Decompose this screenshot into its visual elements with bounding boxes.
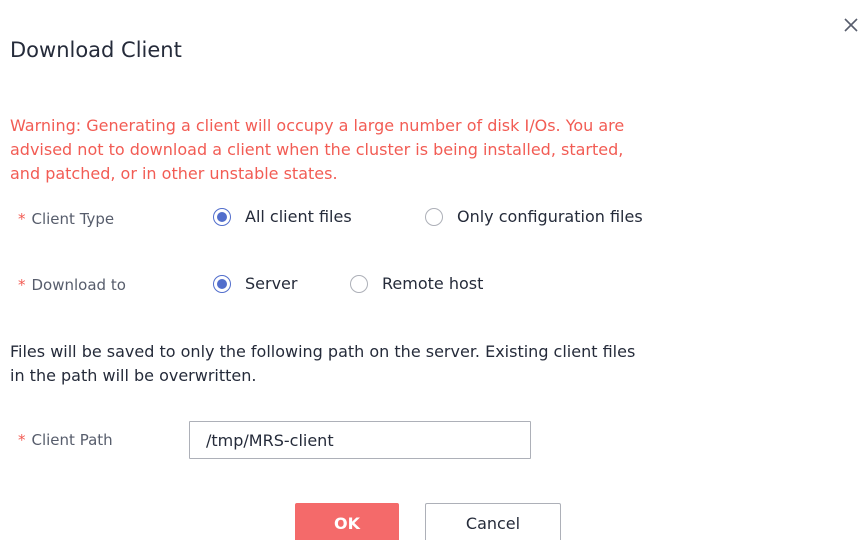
radio-remote-host[interactable]: Remote host <box>350 274 483 293</box>
path-info-text: Files will be saved to only the followin… <box>10 340 855 388</box>
client-path-label-text: Client Path <box>31 431 113 449</box>
client-path-input[interactable] <box>189 421 531 459</box>
ok-button[interactable]: OK <box>295 503 399 540</box>
required-star: * <box>18 431 26 449</box>
radio-label: Server <box>245 274 298 293</box>
cancel-button[interactable]: Cancel <box>425 503 561 540</box>
warning-line: advised not to download a client when th… <box>10 140 624 159</box>
dialog-title: Download Client <box>10 38 182 62</box>
radio-label: Remote host <box>382 274 484 293</box>
radio-unchecked-icon[interactable] <box>425 207 443 226</box>
warning-line: Warning: Generating a client will occupy… <box>10 116 625 135</box>
download-to-label: * Download to <box>18 276 126 294</box>
radio-only-configuration-files[interactable]: Only configuration files <box>425 207 643 226</box>
radio-label: Only configuration files <box>457 207 643 226</box>
download-to-label-text: Download to <box>31 276 126 294</box>
close-icon[interactable] <box>842 16 860 34</box>
client-type-label: * Client Type <box>18 210 114 228</box>
radio-checked-icon[interactable] <box>213 207 231 226</box>
radio-server[interactable]: Server <box>213 274 297 293</box>
download-client-dialog: Download Client Warning: Generating a cl… <box>0 0 865 540</box>
radio-all-client-files[interactable]: All client files <box>213 207 352 226</box>
client-path-label: * Client Path <box>18 431 113 449</box>
radio-label: All client files <box>245 207 352 226</box>
info-line: in the path will be overwritten. <box>10 366 257 385</box>
radio-checked-icon[interactable] <box>213 274 231 293</box>
required-star: * <box>18 276 26 294</box>
client-type-label-text: Client Type <box>31 210 115 228</box>
warning-message: Warning: Generating a client will occupy… <box>10 114 855 186</box>
radio-unchecked-icon[interactable] <box>350 274 368 293</box>
warning-line: and patched, or in other unstable states… <box>10 164 338 183</box>
info-line: Files will be saved to only the followin… <box>10 342 636 361</box>
required-star: * <box>18 210 26 228</box>
